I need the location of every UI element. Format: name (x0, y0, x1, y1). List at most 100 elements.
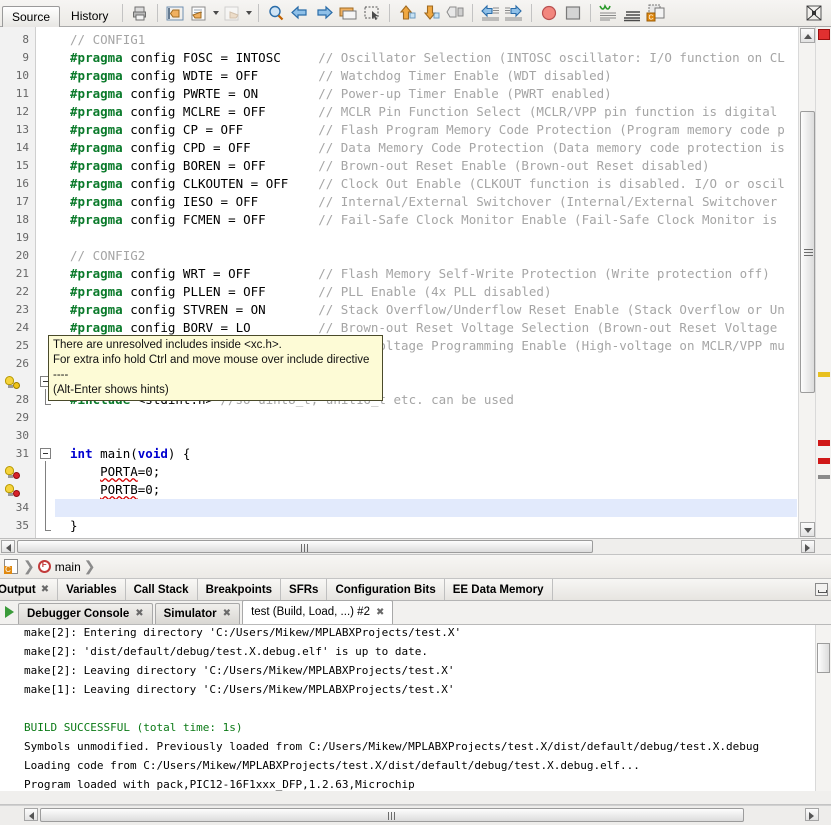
chevron-down-icon[interactable] (211, 2, 220, 24)
error-summary-indicator[interactable] (818, 29, 830, 40)
console-line: Loading code from C:/Users/Mikew/MPLABXP… (24, 759, 640, 772)
close-icon[interactable]: ✖ (223, 604, 231, 624)
horizontal-scrollbar-thumb[interactable] (17, 540, 593, 553)
console-left-gutter (0, 625, 20, 791)
find-next-icon[interactable] (313, 2, 335, 24)
code-line[interactable]: int main(void) { (70, 445, 190, 463)
toggle-bookmark-icon[interactable] (164, 2, 186, 24)
console-horizontal-thumb[interactable] (40, 808, 744, 822)
comment-icon[interactable] (444, 2, 466, 24)
code-line[interactable]: #pragma config WRT = OFF (70, 265, 251, 283)
output-tab-debugger-console[interactable]: Debugger Console ✖ (18, 603, 153, 624)
print-icon[interactable] (129, 2, 151, 24)
close-icon[interactable]: ✖ (376, 601, 384, 624)
code-line[interactable]: #pragma config CLKOUTEN = OFF (70, 175, 288, 193)
minimize-dock-button[interactable] (815, 583, 828, 596)
code-line[interactable]: #pragma config WDTE = OFF (70, 67, 258, 85)
code-comment: // Fail-Safe Clock Monitor Enable (Fail-… (318, 212, 785, 227)
shift-line-right-icon[interactable] (503, 2, 525, 24)
warning-hint-icon[interactable] (5, 375, 20, 389)
breadcrumb-item-main[interactable]: main (55, 560, 81, 574)
code-line[interactable]: #pragma config IESO = OFF (70, 193, 258, 211)
rectangular-select-icon[interactable] (361, 2, 383, 24)
pause-icon[interactable] (562, 2, 584, 24)
tab-source[interactable]: Source (2, 5, 61, 27)
code-line[interactable]: #pragma config BOREN = OFF (70, 157, 266, 175)
scroll-down-arrow-icon[interactable] (800, 522, 815, 537)
find-previous-icon[interactable] (289, 2, 311, 24)
code-comment: // Power-up Timer Enable (PWRT enabled) (318, 86, 612, 101)
code-line[interactable]: #pragma config PLLEN = OFF (70, 283, 266, 301)
c-file-icon[interactable] (4, 559, 18, 574)
editor-horizontal-scrollbar[interactable] (0, 539, 831, 555)
previous-error-icon[interactable] (396, 2, 418, 24)
source-editor[interactable]: // CONFIG1 #pragma config FOSC = INTOSC //… (0, 27, 831, 539)
dock-tab-breakpoints[interactable]: Breakpoints (197, 579, 282, 600)
error-marker[interactable] (818, 440, 830, 446)
shift-line-left-icon[interactable] (479, 2, 501, 24)
code-line[interactable]: PORTB=0; (100, 481, 160, 499)
code-line[interactable]: #pragma config CP = OFF (70, 121, 243, 139)
stop-build-icon[interactable] (538, 2, 560, 24)
code-folding-gutter[interactable] (37, 27, 55, 538)
code-line[interactable]: #pragma config MCLRE = OFF (70, 103, 266, 121)
code-line[interactable]: #pragma config FOSC = INTOSC (70, 49, 281, 67)
fold-toggle-icon[interactable] (40, 448, 51, 459)
output-tab-simulator[interactable]: Simulator ✖ (154, 603, 241, 624)
console-horizontal-scrollbar[interactable] (0, 805, 831, 825)
dock-tab-call-stack[interactable]: Call Stack (125, 579, 198, 600)
chevron-down-icon[interactable] (244, 2, 253, 24)
toggle-rectangular-selection-icon[interactable] (337, 2, 359, 24)
error-marker[interactable] (818, 458, 830, 464)
dock-tab-output[interactable]: Output ✖ (0, 579, 59, 600)
output-console[interactable]: make[2]: Entering directory 'C:/Users/Mi… (20, 625, 815, 791)
code-line[interactable]: // CONFIG2 (70, 247, 145, 265)
close-icon[interactable]: ✖ (135, 604, 143, 624)
code-line[interactable]: #pragma config STVREN = ON (70, 301, 266, 319)
code-line[interactable]: #pragma config CPD = OFF (70, 139, 251, 157)
toolbar-divider (157, 4, 159, 22)
error-hint-icon[interactable] (5, 483, 20, 497)
console-vertical-scrollbar[interactable] (815, 625, 831, 791)
output-tab-label: Simulator (163, 608, 217, 620)
code-line[interactable]: #pragma config PWRTE = ON (70, 85, 258, 103)
output-tab-test-build-load-2[interactable]: test (Build, Load, ...) #2 ✖ (242, 600, 394, 624)
code-line[interactable]: // CONFIG1 (70, 31, 145, 49)
line-number: 20 (15, 249, 29, 262)
scroll-left-arrow-icon[interactable] (24, 808, 38, 821)
line-number: 23 (15, 303, 29, 316)
scroll-right-arrow-icon[interactable] (801, 540, 815, 553)
code-text-area[interactable]: // CONFIG1 #pragma config FOSC = INTOSC //… (55, 27, 797, 538)
error-hint-icon[interactable] (5, 465, 20, 479)
dock-tab-sfrs[interactable]: SFRs (281, 579, 328, 600)
code-line[interactable]: PORTA=0; (100, 463, 160, 481)
start-macro-recording-icon[interactable] (597, 2, 619, 24)
dock-tab-variables[interactable]: Variables (58, 579, 126, 600)
code-line[interactable]: } (70, 517, 78, 535)
tab-history[interactable]: History (62, 6, 117, 27)
scroll-right-arrow-icon[interactable] (805, 808, 819, 821)
next-bookmark-icon[interactable] (221, 2, 243, 24)
scroll-left-arrow-icon[interactable] (1, 540, 15, 553)
previous-bookmark-icon[interactable] (188, 2, 210, 24)
scroll-up-arrow-icon[interactable] (800, 28, 815, 43)
code-comment: // Stack Overflow/Underflow Reset Enable… (318, 302, 785, 317)
dock-tab-configuration-bits[interactable]: Configuration Bits (327, 579, 445, 600)
run-icon[interactable] (0, 600, 18, 624)
stop-macro-recording-icon[interactable] (621, 2, 643, 24)
vertical-scrollbar-thumb[interactable] (800, 111, 815, 393)
find-selection-icon[interactable] (265, 2, 287, 24)
code-line[interactable]: #pragma config FCMEN = OFF (70, 211, 266, 229)
line-number: 30 (15, 429, 29, 442)
warning-marker[interactable] (818, 372, 830, 377)
close-icon[interactable]: ✖ (41, 584, 49, 595)
tooltip-line-3: ---- (53, 369, 69, 381)
run-macro-icon[interactable]: C (645, 2, 667, 24)
error-annotation-strip[interactable] (815, 27, 831, 538)
maximize-window-icon[interactable] (803, 2, 825, 24)
console-scrollbar-thumb[interactable] (817, 643, 830, 673)
next-error-icon[interactable] (420, 2, 442, 24)
editor-vertical-scrollbar[interactable] (798, 27, 815, 538)
dock-tab-ee-data-memory[interactable]: EE Data Memory (444, 579, 553, 600)
